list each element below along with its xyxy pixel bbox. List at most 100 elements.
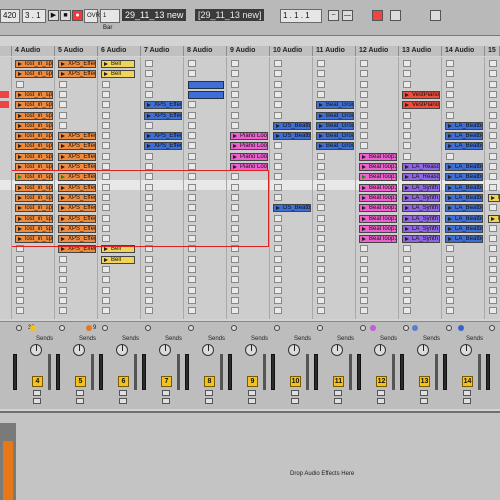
clip-beat-loop12[interactable]: Beat loop12 (359, 152, 397, 161)
empty-clip-slot[interactable] (489, 286, 497, 294)
empty-clip-slot[interactable] (446, 101, 454, 109)
empty-clip-slot[interactable] (489, 111, 497, 119)
track-header-12[interactable]: 12 Audio (356, 46, 399, 56)
volume-fader[interactable] (134, 354, 137, 390)
empty-clip-slot[interactable] (231, 296, 239, 304)
send-knob[interactable] (159, 344, 171, 356)
empty-clip-slot[interactable] (145, 266, 153, 273)
empty-clip-slot[interactable] (102, 173, 110, 181)
empty-clip-slot[interactable] (489, 60, 497, 67)
empty-clip-slot[interactable] (188, 121, 196, 129)
empty-clip-slot[interactable] (145, 163, 153, 170)
track-activator-button[interactable]: 11 (333, 376, 344, 387)
empty-clip-slot[interactable] (231, 214, 239, 222)
clip-la-beatbo[interactable]: LA_Beatbo (445, 142, 483, 151)
empty-clip-slot[interactable] (231, 183, 239, 191)
clip-xps-effect[interactable]: XPS_Effect (144, 142, 182, 151)
empty-clip-slot[interactable] (274, 266, 282, 273)
empty-clip-slot[interactable] (102, 193, 110, 201)
clip-la-beatbo[interactable]: LA_Beatbo (445, 235, 483, 244)
empty-clip-slot[interactable] (145, 121, 153, 129)
clip-la-synth[interactable]: LA_Synth (402, 235, 440, 244)
empty-clip-slot[interactable] (102, 224, 110, 232)
empty-clip-slot[interactable] (274, 286, 282, 294)
clip-ds-beatbo[interactable]: DS_Beatbo (273, 121, 311, 130)
empty-clip-slot[interactable] (102, 111, 110, 119)
solo-button[interactable] (420, 390, 428, 396)
empty-clip-slot[interactable] (231, 224, 239, 232)
clip-la-beatbo[interactable]: LA_Beatbo (445, 132, 483, 141)
clip-la-synth[interactable]: LA_Synth (402, 214, 440, 223)
empty-clip-slot[interactable] (231, 90, 239, 98)
empty-clip-slot[interactable] (274, 245, 282, 253)
empty-clip-slot[interactable] (489, 142, 497, 150)
solo-button[interactable] (119, 390, 127, 396)
track-activator-button[interactable]: 9 (247, 376, 258, 387)
arm-button[interactable] (248, 398, 256, 404)
empty-clip-slot[interactable] (188, 70, 196, 78)
clip-beat-loop12[interactable]: Beat loop12 (359, 235, 397, 244)
empty-clip-slot[interactable] (360, 255, 368, 263)
clip-la-beatbo[interactable]: LA_Beatbo (445, 173, 483, 182)
send-knob[interactable] (116, 344, 128, 356)
empty-clip-slot[interactable] (231, 193, 239, 201)
arm-button[interactable] (76, 398, 84, 404)
empty-clip-slot[interactable] (145, 70, 153, 78)
clip-beat-loop12[interactable]: Beat loop12 (359, 163, 397, 171)
arrangement-position[interactable]: 1 . 1 . 1 (280, 9, 322, 23)
clip-vest-pianop[interactable]: VestPianoP (402, 101, 440, 110)
track-header-8[interactable]: 8 Audio (184, 46, 227, 56)
empty-clip-slot[interactable] (231, 111, 239, 119)
solo-button[interactable] (162, 390, 170, 396)
track-header-9[interactable]: 9 Audio (227, 46, 270, 56)
empty-clip-slot[interactable] (489, 235, 497, 243)
clip-la-synth[interactable]: LA_Synth (402, 183, 440, 192)
empty-clip-slot[interactable] (145, 173, 153, 181)
empty-clip-slot[interactable] (446, 307, 454, 315)
clip-piano-loop[interactable]: Piano Loop (230, 132, 268, 141)
clip-lost-in-spa[interactable]: lost_in_spa (15, 214, 53, 223)
empty-clip-slot[interactable] (145, 307, 153, 315)
overdub-button[interactable]: OVR (84, 9, 100, 23)
empty-clip-slot[interactable] (489, 173, 497, 181)
empty-clip-slot[interactable] (360, 132, 368, 140)
track-activator-button[interactable]: 8 (204, 376, 215, 387)
empty-clip-slot[interactable] (317, 193, 325, 201)
track-header-5[interactable]: 5 Audio (55, 46, 98, 56)
clip-beat-groov[interactable]: Beat_Groov (316, 121, 354, 130)
empty-clip-slot[interactable] (317, 307, 325, 315)
empty-clip-slot[interactable] (274, 296, 282, 304)
solo-button[interactable] (334, 390, 342, 396)
clip-beat-groov[interactable]: Beat_Groov (316, 101, 354, 110)
track-activator-button[interactable]: 6 (118, 376, 129, 387)
empty-clip-slot[interactable] (188, 163, 196, 170)
clip-xps-effect[interactable]: XPS_Effect (58, 193, 96, 202)
empty-clip-slot[interactable] (446, 60, 454, 67)
empty-clip-slot[interactable] (188, 235, 196, 243)
clip-xps-effect[interactable]: XPS_Effect (144, 132, 182, 141)
send-knob[interactable] (245, 344, 257, 356)
send-knob[interactable] (73, 344, 85, 356)
empty-clip-slot[interactable] (145, 183, 153, 191)
empty-clip-slot[interactable] (16, 307, 24, 315)
clip-la-synth[interactable]: LA_Synth (402, 204, 440, 213)
arm-button[interactable] (162, 398, 170, 404)
empty-clip-slot[interactable] (360, 266, 368, 273)
empty-clip-slot[interactable] (274, 152, 282, 160)
clip-ds-beatbo[interactable]: DS_Beatbo (273, 132, 311, 141)
empty-clip-slot[interactable] (102, 296, 110, 304)
empty-clip-slot[interactable] (102, 276, 110, 284)
clip-beat-groov[interactable]: Beat_Groov (316, 142, 354, 151)
empty-clip-slot[interactable] (231, 173, 239, 181)
empty-clip-slot[interactable] (489, 80, 497, 88)
clip-xps-effect[interactable]: XPS_Effect (58, 70, 96, 79)
clip-lost-in-spa[interactable]: lost_in_spa (15, 183, 53, 192)
empty-clip-slot[interactable] (489, 183, 497, 191)
clip-la-synth[interactable]: LA_Synth (402, 224, 440, 233)
clip-xps-effect[interactable]: XPS_Effect (58, 142, 96, 151)
volume-fader[interactable] (478, 354, 481, 390)
empty-clip-slot[interactable] (188, 101, 196, 109)
empty-clip-slot[interactable] (231, 60, 239, 67)
clip-beat-groov[interactable]: Beat_Groov (316, 111, 354, 120)
empty-clip-slot[interactable] (403, 255, 411, 263)
